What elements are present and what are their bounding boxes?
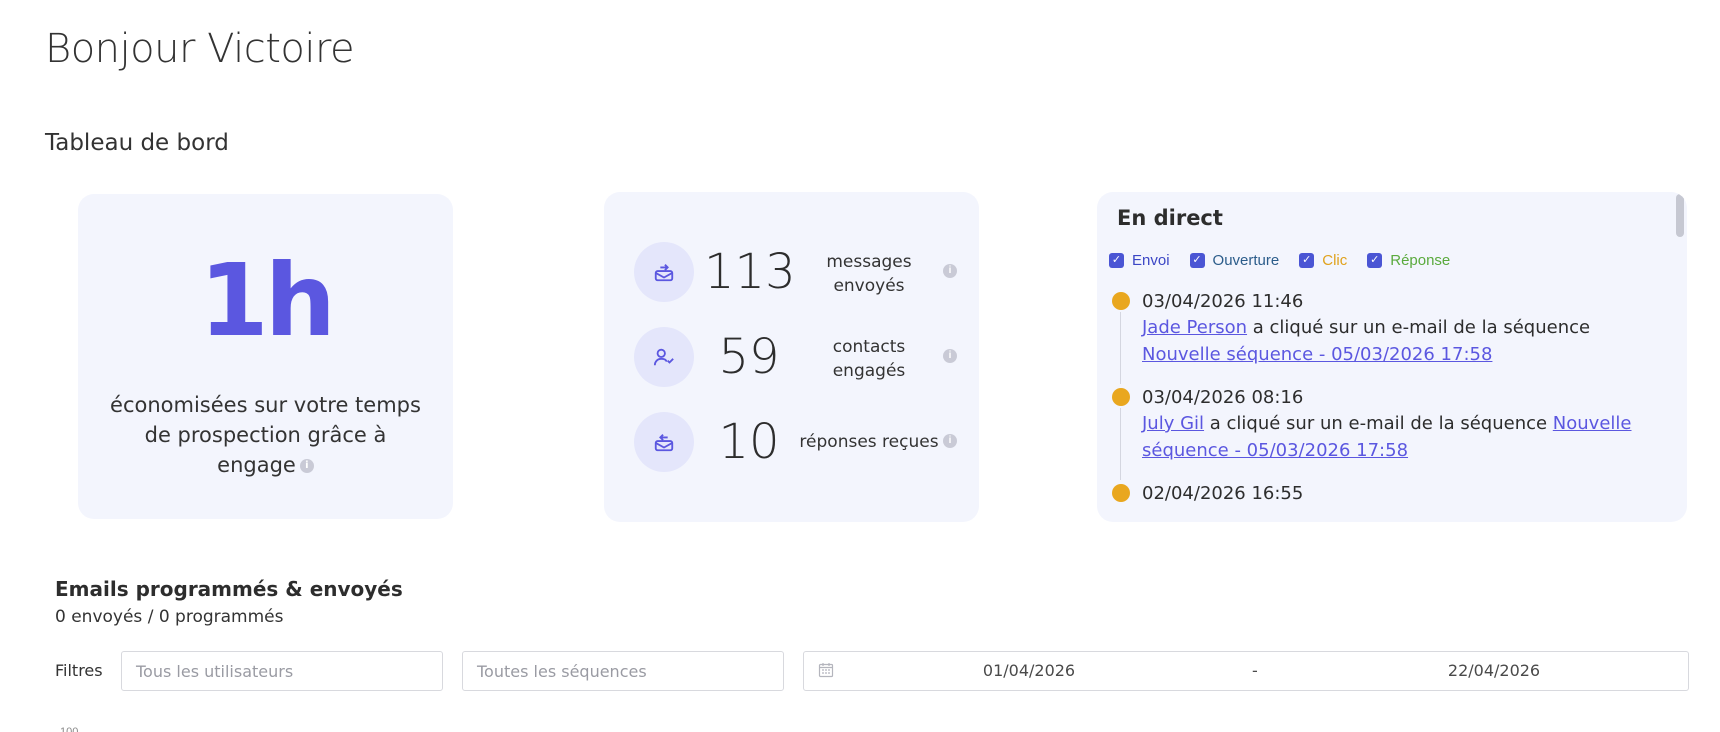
stat-value: 113 xyxy=(704,244,796,300)
stat-value: 59 xyxy=(718,329,780,385)
outbox-icon xyxy=(634,242,694,302)
event-action: a cliqué sur un e-mail de la séquence xyxy=(1247,317,1591,338)
checkbox-checked-icon[interactable]: ✓ xyxy=(1299,253,1315,268)
savings-description: économisées sur votre temps de prospecti… xyxy=(108,390,423,480)
savings-value: 1h xyxy=(199,242,336,359)
event-description: July Gil a cliqué sur un e-mail de la sé… xyxy=(1142,410,1667,464)
click-event-dot xyxy=(1112,292,1130,310)
scrollbar[interactable] xyxy=(1676,194,1684,237)
stat-label: messages envoyés xyxy=(826,252,912,296)
dashboard-title: Tableau de bord xyxy=(45,130,229,156)
stat-label: contacts engagés xyxy=(832,337,906,381)
filter-envoi[interactable]: ✓ Envoi xyxy=(1109,252,1170,269)
filter-label: Ouverture xyxy=(1212,252,1280,269)
users-filter-placeholder: Tous les utilisateurs xyxy=(136,661,294,681)
stats-card: 113 messages envoyés i 59 contacts engag… xyxy=(604,192,979,522)
contact-link[interactable]: July Gil xyxy=(1142,413,1204,434)
click-event-dot xyxy=(1112,388,1130,406)
chart-axis-tick: 100 xyxy=(60,726,79,732)
event-time: 03/04/2026 11:46 xyxy=(1142,291,1304,312)
savings-card: 1h économisées sur votre temps de prospe… xyxy=(78,194,453,519)
date-separator: - xyxy=(1252,661,1258,680)
timeline-line xyxy=(1120,312,1121,384)
list-item: 03/04/2026 08:16 July Gil a cliqué sur u… xyxy=(1112,386,1667,480)
list-item: 03/04/2026 11:46 Jade Person a cliqué su… xyxy=(1112,290,1667,384)
filter-label: Clic xyxy=(1322,252,1348,269)
user-check-icon xyxy=(634,327,694,387)
sequences-filter-placeholder: Toutes les séquences xyxy=(477,661,647,681)
info-icon[interactable]: i xyxy=(943,434,957,448)
sequence-link[interactable]: Nouvelle séquence - 05/03/2026 17:58 xyxy=(1142,344,1492,365)
checkbox-checked-icon[interactable]: ✓ xyxy=(1189,253,1205,268)
stat-value: 10 xyxy=(718,414,780,470)
filter-label: Réponse xyxy=(1390,252,1451,269)
stat-label: réponses reçues xyxy=(799,432,939,452)
contact-link[interactable]: Jade Person xyxy=(1142,317,1247,338)
checkbox-checked-icon[interactable]: ✓ xyxy=(1367,253,1383,268)
greeting: Bonjour Victoire xyxy=(45,26,355,72)
info-icon[interactable]: i xyxy=(943,349,957,363)
users-filter[interactable]: Tous les utilisateurs xyxy=(121,651,443,691)
event-action: a cliqué sur un e-mail de la séquence xyxy=(1204,413,1553,434)
click-event-dot xyxy=(1112,484,1130,502)
calendar-icon xyxy=(818,662,834,682)
inbox-icon xyxy=(634,412,694,472)
list-item: 02/04/2026 16:55 xyxy=(1112,482,1667,506)
event-time: 02/04/2026 16:55 xyxy=(1142,483,1304,504)
filter-label: Envoi xyxy=(1132,252,1170,269)
stat-messages-sent: 113 messages envoyés i xyxy=(634,242,959,302)
event-list: 03/04/2026 11:46 Jade Person a cliqué su… xyxy=(1112,290,1667,522)
date-to[interactable]: 22/04/2026 xyxy=(1424,661,1564,680)
event-description: Jade Person a cliqué sur un e-mail de la… xyxy=(1142,314,1667,368)
live-feed-card: En direct ✓ Envoi ✓ Ouverture ✓ Clic ✓ Répon… xyxy=(1097,192,1687,522)
sequences-filter[interactable]: Toutes les séquences xyxy=(462,651,784,691)
savings-text: économisées sur votre temps de prospecti… xyxy=(110,393,421,477)
live-filters: ✓ Envoi ✓ Ouverture ✓ Clic ✓ Réponse xyxy=(1109,252,1450,269)
info-icon[interactable]: i xyxy=(299,459,314,473)
live-title: En direct xyxy=(1117,206,1223,230)
info-icon[interactable]: i xyxy=(943,264,957,278)
filter-ouverture[interactable]: ✓ Ouverture xyxy=(1189,252,1280,269)
emails-section-title: Emails programmés & envoyés xyxy=(55,577,403,601)
stat-replies-received: 10 réponses reçues i xyxy=(634,412,959,472)
filter-reponse[interactable]: ✓ Réponse xyxy=(1367,252,1450,269)
date-from[interactable]: 01/04/2026 xyxy=(959,661,1099,680)
event-time: 03/04/2026 08:16 xyxy=(1142,387,1304,408)
emails-summary: 0 envoyés / 0 programmés xyxy=(55,607,284,627)
checkbox-checked-icon[interactable]: ✓ xyxy=(1109,253,1124,268)
filters-label: Filtres xyxy=(55,661,103,680)
date-range-picker[interactable]: 01/04/2026 - 22/04/2026 xyxy=(803,651,1689,691)
timeline-line xyxy=(1120,408,1121,480)
filter-clic[interactable]: ✓ Clic xyxy=(1299,252,1347,269)
stat-contacts-engaged: 59 contacts engagés i xyxy=(634,327,959,387)
